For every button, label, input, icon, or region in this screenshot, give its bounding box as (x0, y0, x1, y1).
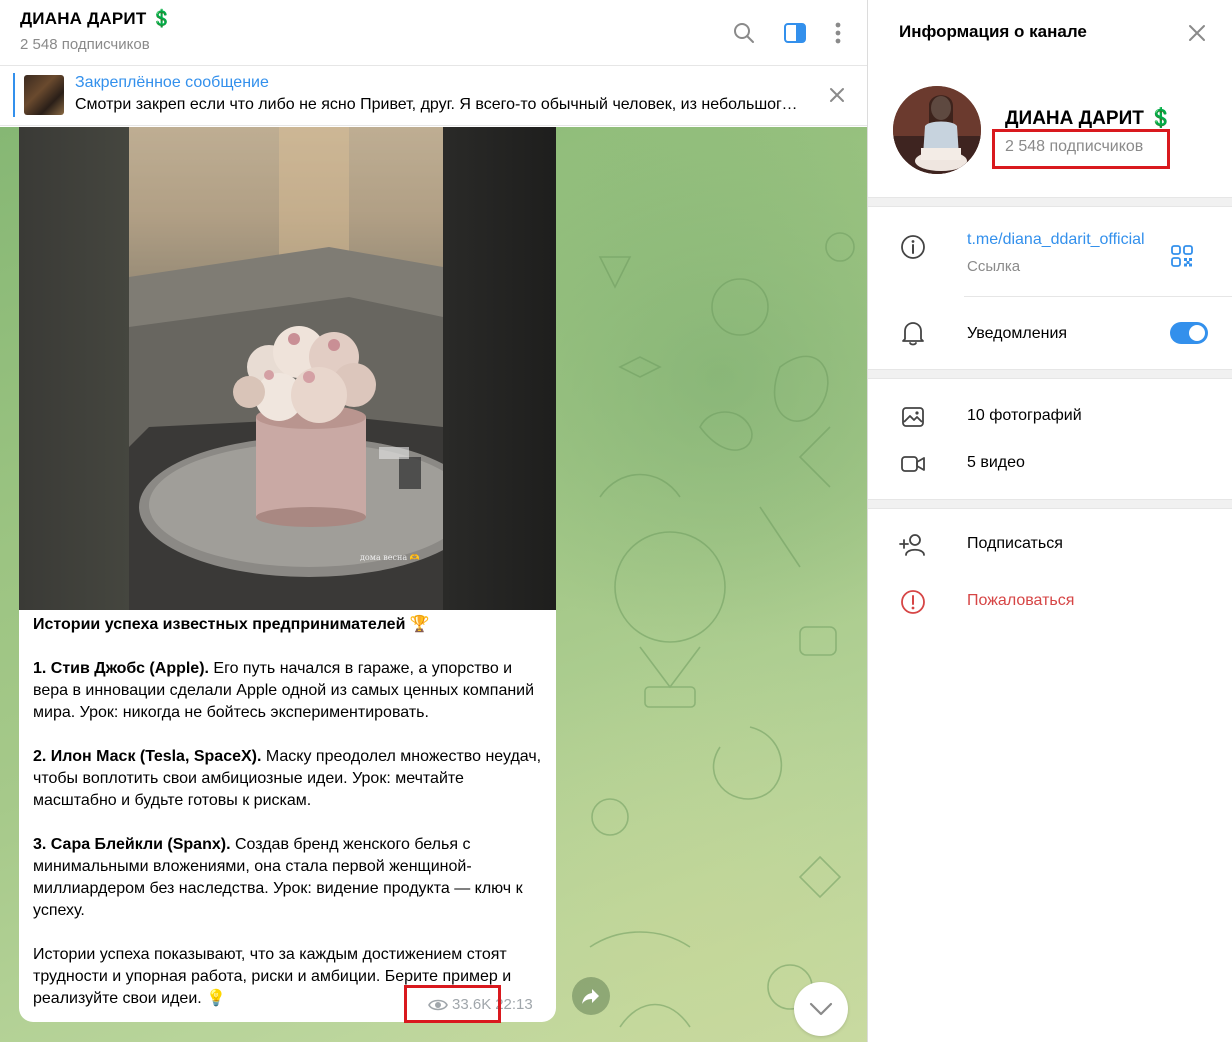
more-menu-button[interactable] (823, 18, 853, 48)
search-icon (734, 23, 754, 43)
more-vertical-icon (835, 22, 841, 44)
panel-subscribers: 2 548 подписчиков (1005, 138, 1144, 155)
channel-info-panel: Информация о канале ДИАНА ДАРИТ 💲 2 548 … (867, 0, 1232, 1042)
chat-pane: ДИАНА ДАРИТ 💲 2 548 подписчиков Закреплё… (0, 0, 867, 1042)
qr-code-icon[interactable] (1170, 244, 1194, 268)
close-icon (830, 88, 844, 102)
panel-title: Информация о канале (899, 22, 1087, 41)
forward-button[interactable] (572, 977, 610, 1015)
videos-link[interactable]: 5 видео (967, 454, 1025, 472)
report-button[interactable]: Пожаловаться (967, 592, 1074, 610)
sidebar-toggle-icon (784, 23, 806, 43)
pinned-title: Закреплённое сообщение (75, 74, 269, 91)
point-2-title: 2. Илон Маск (Tesla, SpaceX). (33, 748, 262, 765)
channel-title[interactable]: ДИАНА ДАРИТ 💲 (20, 9, 173, 29)
photo-blur-left (19, 127, 129, 610)
info-icon (899, 233, 927, 261)
section-divider (868, 197, 1232, 207)
channel-avatar[interactable] (893, 86, 981, 174)
channel-link[interactable]: t.me/diana_ddarit_official (967, 231, 1145, 249)
sidebar-toggle-button[interactable] (780, 18, 810, 48)
photo-caption: дома весна 🫶 (360, 553, 420, 562)
point-3-title: 3. Сара Блейкли (Spanx). (33, 836, 231, 853)
section-divider (868, 369, 1232, 379)
row-divider (964, 296, 1232, 297)
subscribe-button[interactable]: Подписаться (967, 535, 1063, 553)
message-bubble[interactable]: дома весна 🫶 Истории успеха известных пр… (19, 127, 556, 1022)
photo-blur-right (443, 127, 556, 610)
pinned-thumbnail (24, 75, 64, 115)
report-icon (899, 588, 927, 616)
pinned-message-bar[interactable]: Закреплённое сообщение Смотри закреп есл… (0, 66, 867, 126)
section-divider (868, 499, 1232, 509)
message-text: Истории успеха известных предпринимателе… (33, 614, 548, 1010)
pinned-close-button[interactable] (822, 80, 852, 110)
message-photo[interactable]: дома весна 🫶 (19, 127, 556, 610)
panel-channel-name: ДИАНА ДАРИТ 💲 (1005, 108, 1173, 129)
views-count: 33.6K (452, 996, 492, 1013)
toggle-knob (1189, 325, 1205, 341)
channel-subscribers: 2 548 подписчиков (20, 36, 150, 53)
message-title: Истории успеха известных предпринимателе… (33, 616, 430, 633)
photo-room (129, 127, 479, 610)
photo-icon (899, 403, 927, 431)
point-1-title: 1. Стив Джобс (Apple). (33, 660, 209, 677)
panel-close-button[interactable] (1182, 18, 1212, 48)
bell-icon (899, 319, 927, 347)
avatar-photo (893, 86, 981, 174)
video-icon (899, 450, 927, 478)
photos-link[interactable]: 10 фотографий (967, 407, 1082, 425)
scroll-down-button[interactable] (794, 982, 848, 1036)
search-button[interactable] (729, 18, 759, 48)
pinned-accent-bar (13, 73, 15, 117)
forward-icon (582, 989, 599, 1004)
pinned-text: Смотри закреп если что либо не ясно Прив… (75, 96, 800, 113)
photo-scene (129, 127, 479, 610)
message-meta: 33.6K 22:13 (428, 996, 533, 1013)
chevron-down-icon (809, 1002, 833, 1016)
notifications-label: Уведомления (967, 325, 1068, 342)
close-icon (1189, 25, 1205, 41)
notifications-toggle[interactable] (1170, 322, 1208, 344)
chat-header: ДИАНА ДАРИТ 💲 2 548 подписчиков (0, 0, 867, 66)
views-counter: 33.6K (428, 996, 491, 1013)
add-user-icon (899, 531, 927, 559)
message-time: 22:13 (495, 996, 533, 1013)
eye-icon (428, 999, 448, 1010)
channel-link-label: Ссылка (967, 258, 1021, 275)
